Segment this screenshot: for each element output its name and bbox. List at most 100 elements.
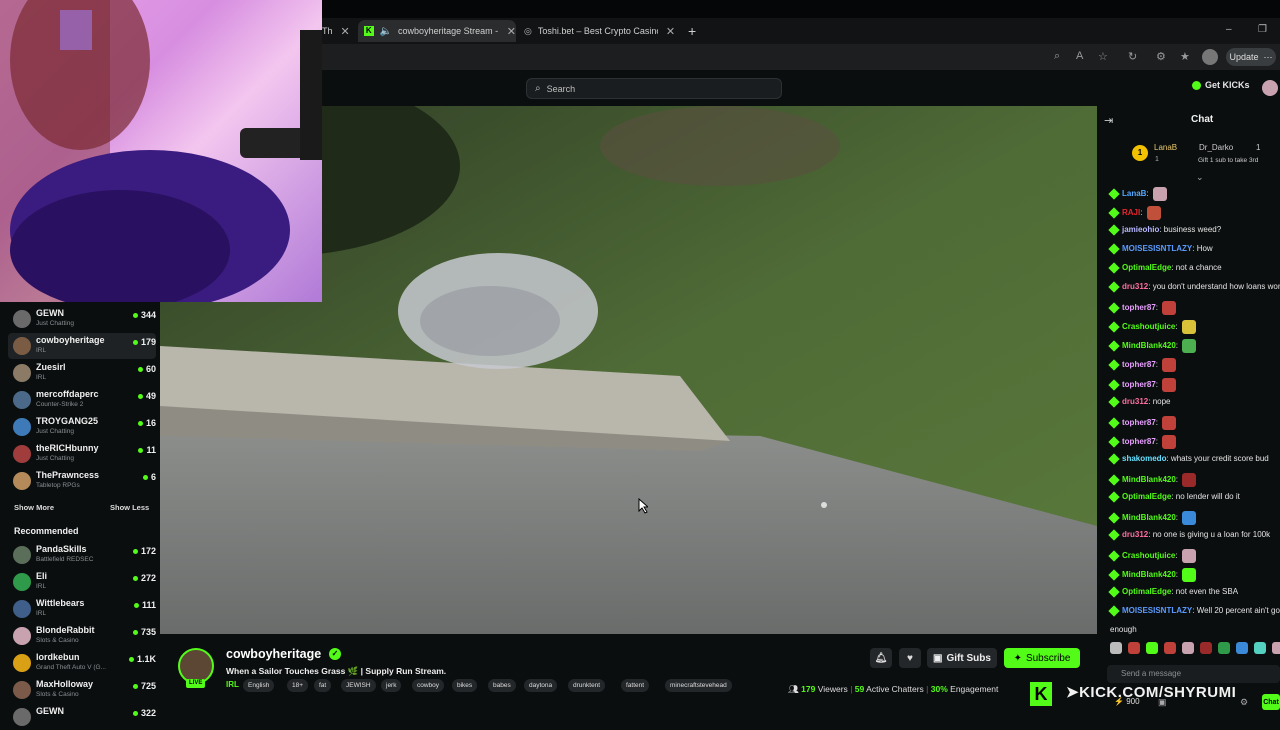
emote-picker-icon[interactable] <box>1110 642 1122 654</box>
sidebar-channel-item[interactable]: BlondeRabbit Slots & Casino 735 <box>8 623 156 649</box>
chat-username[interactable]: Crashoutjuice <box>1122 322 1175 331</box>
sidebar-channel-item[interactable]: TROYGANG25 Just Chatting 16 <box>8 414 156 440</box>
sidebar-channel-item[interactable]: ThePrawncess Tabletop RPGs 6 <box>8 468 156 494</box>
chat-username[interactable]: MindBlank420 <box>1122 570 1176 579</box>
speaker-icon[interactable]: 🔈 <box>380 26 392 37</box>
extensions-icon[interactable]: ⚙ <box>1156 50 1166 63</box>
chat-username[interactable]: LanaB <box>1122 189 1146 198</box>
favorite-star-icon[interactable]: ☆ <box>1098 50 1108 63</box>
emote-picker-icon[interactable] <box>1236 642 1248 654</box>
chat-username[interactable]: OptimalEdge <box>1122 263 1171 272</box>
close-icon[interactable]: ✕ <box>507 25 516 38</box>
sidebar-channel-item[interactable]: mercoffdaperc Counter-Strike 2 49 <box>8 387 156 413</box>
minimize-button[interactable]: – <box>1226 24 1232 35</box>
chat-username[interactable]: MindBlank420 <box>1122 341 1176 350</box>
stream-tag[interactable]: fattent <box>621 679 650 692</box>
chat-text: enough <box>1110 625 1137 634</box>
send-chat-button[interactable]: Chat <box>1262 694 1280 710</box>
chat-username[interactable]: topher87 <box>1122 418 1156 427</box>
sidebar-channel-item[interactable]: Zuesirl IRL 60 <box>8 360 156 386</box>
stream-tag[interactable]: daytona <box>524 679 558 692</box>
stream-tag[interactable]: cowboy <box>412 679 445 692</box>
second-gifter-name[interactable]: Dr_Darko <box>1199 143 1233 152</box>
emote-picker-icon[interactable] <box>1128 642 1140 654</box>
chat-username[interactable]: MOISESISNTLAZY <box>1122 244 1192 253</box>
tab-active-stream[interactable]: K 🔈 cowboyheritage Stream - W ✕ <box>358 20 516 42</box>
chat-message-input[interactable]: Send a message <box>1107 665 1280 683</box>
zoom-icon[interactable]: ⌕ <box>1054 50 1060 63</box>
settings-gear-icon[interactable]: ⚙ <box>1240 697 1248 708</box>
emote-picker-icon[interactable] <box>1146 642 1158 654</box>
collapse-chat-icon[interactable]: ⇥ <box>1104 114 1113 127</box>
sidebar-channel-item[interactable]: lordkebun Grand Theft Auto V (G... 1.1K <box>8 650 156 676</box>
chat-username[interactable]: jamieohio <box>1122 225 1159 234</box>
search-input[interactable]: ⌕ Search <box>526 78 782 99</box>
follow-heart-button[interactable]: ♥ <box>899 648 921 668</box>
chat-username[interactable]: MindBlank420 <box>1122 513 1176 522</box>
sidebar-channel-item[interactable]: Eli IRL 272 <box>8 569 156 595</box>
chevron-down-icon[interactable]: ⌄ <box>1196 172 1204 183</box>
chat-username[interactable]: topher87 <box>1122 437 1156 446</box>
sidebar-channel-item[interactable]: cowboyheritage IRL 179 <box>8 333 156 359</box>
channel-avatar <box>13 573 31 591</box>
chat-username[interactable]: dru312 <box>1122 397 1148 406</box>
show-more-button[interactable]: Show More <box>14 503 54 512</box>
close-icon[interactable]: ✕ <box>341 25 350 38</box>
stream-tag[interactable]: bikes <box>452 679 478 692</box>
favorites-icon[interactable]: ★ <box>1180 50 1190 63</box>
sidebar-channel-item[interactable]: theRICHbunny Just Chatting 11 <box>8 441 156 467</box>
chat-username[interactable]: MindBlank420 <box>1122 475 1176 484</box>
maximize-button[interactable]: ❐ <box>1258 24 1267 35</box>
notification-bell-button[interactable]: 🔔︎ <box>870 648 892 668</box>
top-gifter-name[interactable]: LanaB <box>1154 143 1177 152</box>
stream-tag[interactable]: jerk <box>381 679 402 692</box>
emote-picker-icon[interactable] <box>1182 642 1194 654</box>
gift-subs-button[interactable]: ▣ Gift Subs <box>927 648 997 668</box>
stream-category-link[interactable]: IRL <box>226 680 239 689</box>
chat-username[interactable]: Crashoutjuice <box>1122 551 1175 560</box>
chat-username[interactable]: OptimalEdge <box>1122 587 1171 596</box>
viewer-count: 60 <box>137 364 156 374</box>
subscribe-button[interactable]: ✦ Subscribe <box>1004 648 1080 668</box>
get-kicks-button[interactable]: Get KICKs <box>1192 80 1250 90</box>
chat-username[interactable]: topher87 <box>1122 360 1156 369</box>
stream-tag[interactable]: 18+ <box>287 679 309 692</box>
user-avatar[interactable] <box>1262 80 1278 96</box>
stream-tag[interactable]: JEWISH <box>341 679 376 692</box>
sidebar-channel-item[interactable]: GEWN Just Chatting 344 <box>8 306 156 332</box>
stream-tag[interactable]: drunktent <box>568 679 606 692</box>
stream-tag[interactable]: minecraftstevehead <box>665 679 732 692</box>
channel-name[interactable]: cowboyheritage <box>226 647 321 661</box>
stream-tag[interactable]: fat <box>314 679 332 692</box>
profile-avatar[interactable] <box>1202 49 1218 65</box>
sidebar-channel-item[interactable]: GEWN 322 <box>8 704 156 730</box>
sidebar-channel-item[interactable]: Wittlebears IRL 111 <box>8 596 156 622</box>
refresh-icon[interactable]: ↻ <box>1128 50 1137 63</box>
tab-previous[interactable]: Th ✕ <box>322 20 358 42</box>
tab-toshi[interactable]: ◎ Toshi.bet – Best Crypto Casino & ✕ <box>520 20 682 42</box>
chat-username[interactable]: MOISESISNTLAZY <box>1122 606 1192 615</box>
chat-username[interactable]: RAJI <box>1122 208 1140 217</box>
chat-username[interactable]: topher87 <box>1122 303 1156 312</box>
read-aloud-icon[interactable]: A <box>1076 50 1083 62</box>
chat-username[interactable]: dru312 <box>1122 282 1148 291</box>
chat-username[interactable]: topher87 <box>1122 380 1156 389</box>
chat-input-placeholder: Send a message <box>1121 669 1182 678</box>
sidebar-channel-item[interactable]: MaxHolloway Slots & Casino 725 <box>8 677 156 703</box>
chat-username[interactable]: shakomedo <box>1122 454 1166 463</box>
emote-picker-icon[interactable] <box>1254 642 1266 654</box>
chat-username[interactable]: OptimalEdge <box>1122 492 1171 501</box>
chat-username[interactable]: dru312 <box>1122 530 1148 539</box>
new-tab-button[interactable]: + <box>688 20 696 42</box>
show-less-button[interactable]: Show Less <box>110 503 149 512</box>
stream-tag[interactable]: English <box>243 679 275 692</box>
sidebar-channel-item[interactable]: PandaSkills Battlefield REDSEC 172 <box>8 542 156 568</box>
stream-tag[interactable]: babes <box>488 679 516 692</box>
close-icon[interactable]: ✕ <box>666 25 675 38</box>
update-button[interactable]: Update ⋯ <box>1226 48 1276 66</box>
emote-picker-icon[interactable] <box>1164 642 1176 654</box>
emote-picker-icon[interactable] <box>1218 642 1230 654</box>
emote-picker-icon[interactable] <box>1272 642 1280 654</box>
emote-picker-icon[interactable] <box>1200 642 1212 654</box>
chat-message: shakomedo: whats your credit score bud <box>1108 453 1269 465</box>
